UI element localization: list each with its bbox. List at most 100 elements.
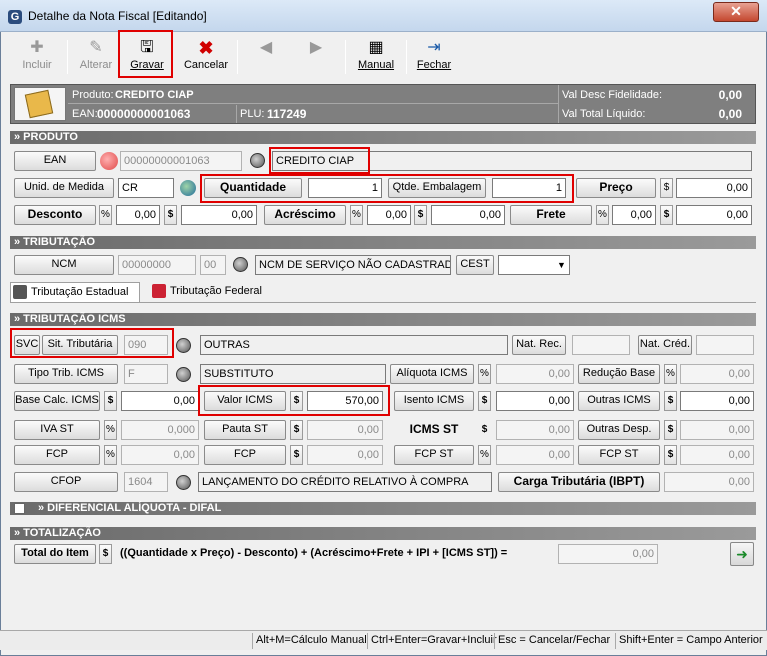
reducao-pct-symbol: % [664, 364, 677, 384]
carga-tributaria-input[interactable]: 0,00 [664, 472, 754, 492]
tipo-trib-input[interactable]: F [124, 364, 168, 384]
outras-icms-currency: $ [664, 391, 677, 411]
search-sit-trib-icon[interactable] [176, 338, 191, 353]
unid-medida-input[interactable]: CR [118, 178, 174, 198]
tab-tributacao-estadual[interactable]: Tributação Estadual [10, 282, 140, 302]
unid-medida-button[interactable]: Unid. de Medida [14, 178, 114, 198]
next-arrow-icon[interactable]: ➜ [730, 542, 754, 566]
quantidade-button[interactable]: Quantidade [204, 178, 302, 198]
fcp-st-pct-symbol: % [478, 445, 491, 465]
valor-icms-button[interactable]: Valor ICMS [204, 391, 286, 411]
fcp-pct-input[interactable]: 0,00 [121, 445, 199, 465]
pauta-st-button[interactable]: Pauta ST [204, 420, 286, 440]
fcp-st-pct-input[interactable]: 0,00 [496, 445, 574, 465]
nat-rec-input[interactable] [572, 335, 630, 355]
ncm-input[interactable]: 00000000 [118, 255, 196, 275]
quantidade-input[interactable]: 1 [308, 178, 382, 198]
frete-pct-input[interactable]: 0,00 [612, 205, 656, 225]
preco-input[interactable]: 0,00 [676, 178, 752, 198]
isento-icms-input[interactable]: 0,00 [496, 391, 574, 411]
fcp-value-button[interactable]: FCP [204, 445, 286, 465]
fcp-st-value-input[interactable]: 0,00 [680, 445, 754, 465]
aliquota-icms-button[interactable]: Alíquota ICMS [390, 364, 474, 384]
alterar-button[interactable]: ✎ Alterar [74, 36, 118, 78]
carga-tributaria-button[interactable]: Carga Tributária (IBPT) [498, 472, 660, 492]
status-hint-gravar: Ctrl+Enter=Gravar+Incluir [367, 633, 497, 649]
sit-tributaria-input[interactable]: 090 [124, 335, 168, 355]
acrescimo-currency: $ [414, 205, 427, 225]
search-ean-icon[interactable] [250, 153, 265, 168]
frete-button[interactable]: Frete [510, 205, 592, 225]
base-calc-icms-button[interactable]: Base Calc. ICMS [14, 391, 100, 411]
ncm-description: NCM DE SERVIÇO NÃO CADASTRAD [255, 255, 451, 275]
fcp-button[interactable]: FCP [14, 445, 100, 465]
reducao-base-button[interactable]: Redução Base [578, 364, 660, 384]
incluir-button[interactable]: ✚ Incluir [16, 36, 58, 78]
manual-button[interactable]: ▦ Manual [355, 36, 397, 78]
isento-icms-button[interactable]: Isento ICMS [394, 391, 474, 411]
search-cfop-icon[interactable] [176, 475, 191, 490]
fcp-value-input[interactable]: 0,00 [307, 445, 383, 465]
product-image [14, 87, 66, 121]
fechar-button[interactable]: ⇥ Fechar [414, 36, 454, 78]
tab-tributacao-federal[interactable]: Tributação Federal [150, 282, 280, 302]
cest-button[interactable]: CEST [456, 255, 494, 275]
ean-button[interactable]: EAN [14, 151, 96, 171]
close-window-button[interactable]: ✕ [713, 2, 759, 22]
chevron-down-icon[interactable]: ▼ [555, 257, 568, 273]
fcp-st-button[interactable]: FCP ST [394, 445, 474, 465]
sit-tributaria-button[interactable]: Sit. Tributária [42, 335, 118, 355]
cfop-description: LANÇAMENTO DO CRÉDITO RELATIVO À COMPRA [198, 472, 492, 492]
alterar-label: Alterar [79, 59, 113, 71]
nat-rec-button[interactable]: Nat. Rec. [512, 335, 566, 355]
gravar-button[interactable]: 🖫 Gravar [124, 36, 170, 78]
cancelar-button[interactable]: ✖ Cancelar [182, 36, 230, 78]
outras-desp-button[interactable]: Outras Desp. [578, 420, 660, 440]
nat-cred-input[interactable] [696, 335, 754, 355]
difal-checkbox[interactable] [14, 503, 25, 514]
valor-icms-input[interactable]: 570,00 [307, 391, 383, 411]
toolbar-separator [67, 40, 68, 74]
section-totalizacao: » TOTALIZAÇÃO [10, 527, 756, 540]
qtde-embalagem-input[interactable]: 1 [492, 178, 566, 198]
fcp-st-value-button[interactable]: FCP ST [578, 445, 660, 465]
outras-icms-input[interactable]: 0,00 [680, 391, 754, 411]
qtde-embalagem-button[interactable]: Qtde. Embalagem [388, 178, 486, 198]
nat-cred-button[interactable]: Nat. Créd. [638, 335, 692, 355]
aliquota-icms-input[interactable]: 0,00 [496, 364, 574, 384]
descricao-input[interactable]: CREDITO CIAP [272, 151, 752, 171]
icms-st-input[interactable]: 0,00 [496, 420, 574, 440]
outras-desp-input[interactable]: 0,00 [680, 420, 754, 440]
iva-st-pct-symbol: % [104, 420, 117, 440]
search-ncm-icon[interactable] [233, 257, 248, 272]
tab-divider [10, 302, 756, 303]
acrescimo-value-input[interactable]: 0,00 [431, 205, 505, 225]
iva-st-button[interactable]: IVA ST [14, 420, 100, 440]
acrescimo-pct-input[interactable]: 0,00 [367, 205, 411, 225]
outras-icms-button[interactable]: Outras ICMS [578, 391, 660, 411]
search-tipo-trib-icon[interactable] [176, 367, 191, 382]
base-calc-icms-input[interactable]: 0,00 [121, 391, 199, 411]
ncm-button[interactable]: NCM [14, 255, 114, 275]
preco-button[interactable]: Preço [576, 178, 656, 198]
svc-button[interactable]: SVC [14, 335, 40, 355]
reducao-base-input[interactable]: 0,00 [680, 364, 754, 384]
ncm-ext-input[interactable]: 00 [200, 255, 226, 275]
desconto-value-input[interactable]: 0,00 [181, 205, 257, 225]
next-button[interactable]: ▶ [304, 36, 328, 78]
pauta-st-input[interactable]: 0,00 [307, 420, 383, 440]
iva-st-input[interactable]: 0,000 [121, 420, 199, 440]
valor-icms-currency: $ [290, 391, 303, 411]
printer-icon [152, 284, 166, 298]
cfop-button[interactable]: CFOP [14, 472, 118, 492]
prev-button[interactable]: ◀ [254, 36, 278, 78]
ean-input[interactable]: 00000000001063 [120, 151, 242, 171]
desconto-button[interactable]: Desconto [14, 205, 96, 225]
acrescimo-button[interactable]: Acréscimo [264, 205, 346, 225]
cfop-input[interactable]: 1604 [124, 472, 168, 492]
globe-icon[interactable] [180, 180, 196, 196]
desconto-pct-input[interactable]: 0,00 [116, 205, 160, 225]
cancelar-label: Cancelar [183, 59, 229, 71]
tipo-trib-icms-button[interactable]: Tipo Trib. ICMS [14, 364, 118, 384]
frete-value-input[interactable]: 0,00 [676, 205, 752, 225]
